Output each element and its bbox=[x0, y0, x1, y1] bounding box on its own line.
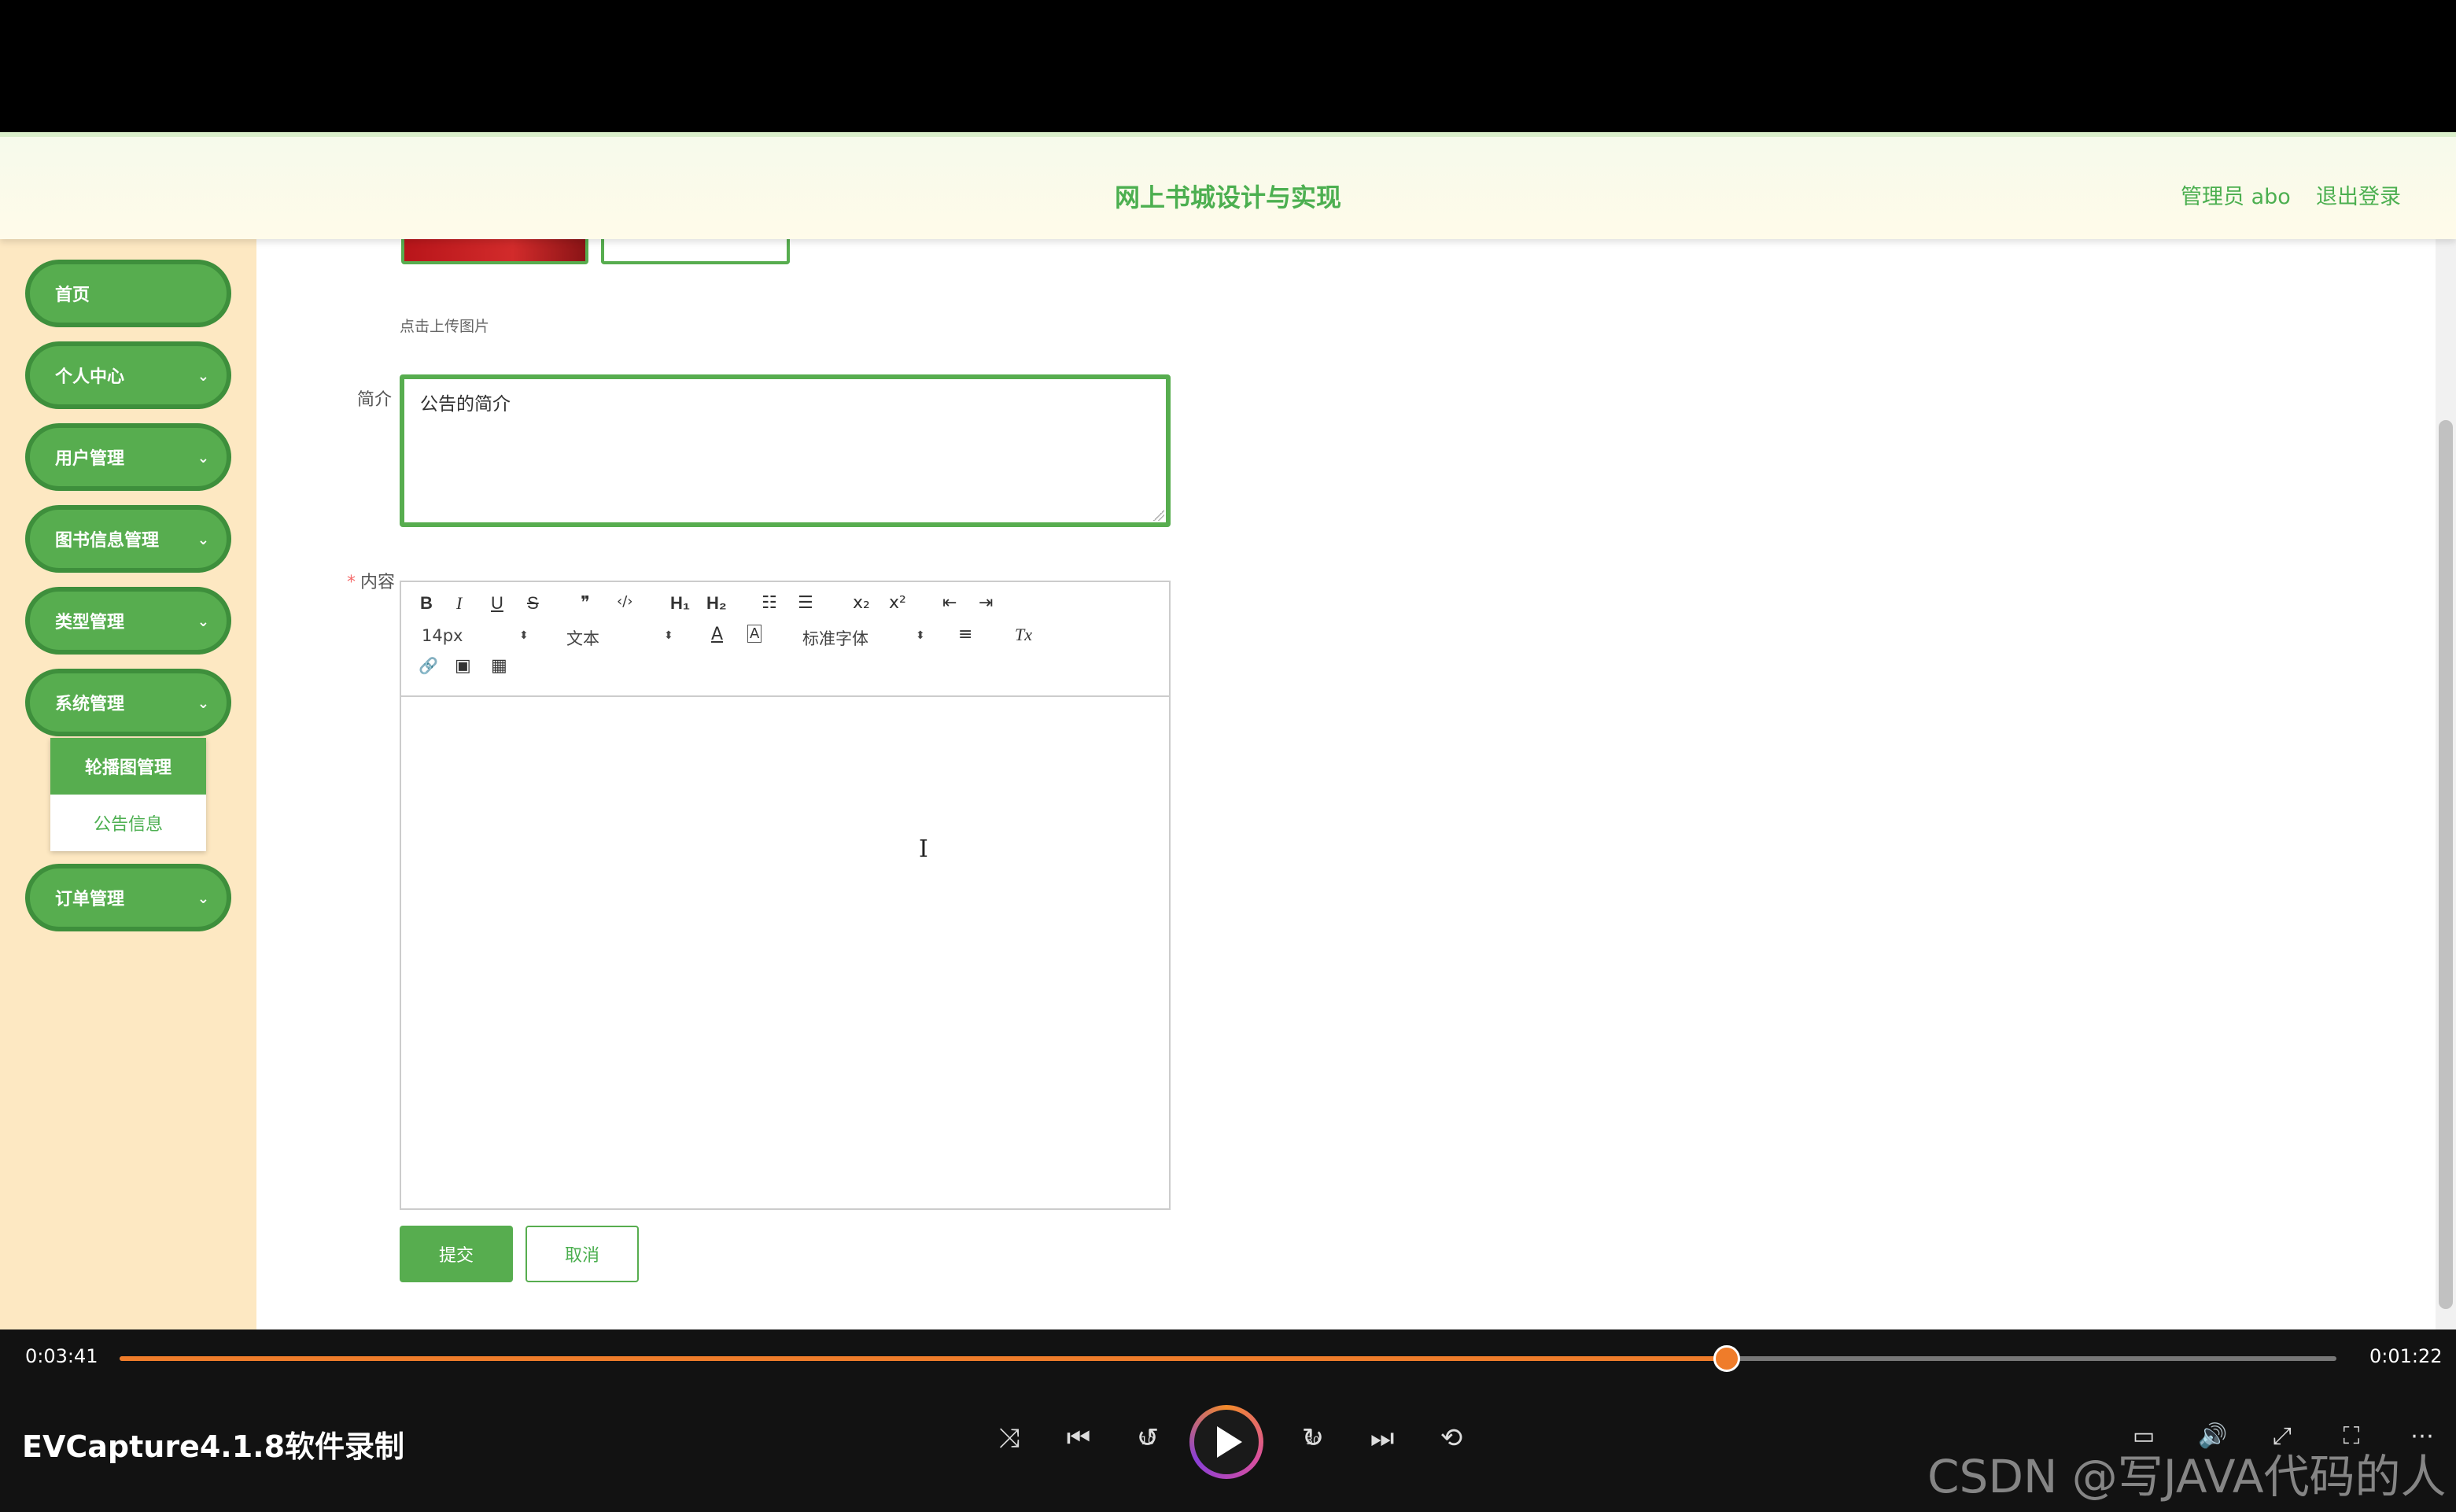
select-arrows-icon: ⬍ bbox=[664, 629, 673, 642]
subscript-button[interactable]: x₂ bbox=[853, 593, 870, 613]
bold-button[interactable]: B bbox=[420, 593, 433, 614]
shuffle-icon[interactable]: ⤨ bbox=[990, 1422, 1029, 1454]
intro-textarea[interactable]: 公告的简介 bbox=[400, 374, 1171, 527]
background-color-button[interactable]: A bbox=[747, 625, 762, 643]
sidebar: 首页 个人中心 ⌄ 用户管理 ⌄ 图书信息管理 ⌄ 类型管理 ⌄ 系统管理 ⌄ … bbox=[0, 239, 256, 1329]
resize-handle-icon[interactable] bbox=[1153, 510, 1164, 521]
sidebar-item-label: 首页 bbox=[55, 286, 90, 305]
underline-button[interactable]: U bbox=[491, 593, 503, 614]
sidebar-item-personal-center[interactable]: 个人中心 ⌄ bbox=[25, 341, 231, 409]
sidebar-item-label: 系统管理 bbox=[55, 695, 125, 714]
chevron-down-icon: ⌄ bbox=[197, 614, 209, 630]
sidebar-item-system-management[interactable]: 系统管理 ⌄ bbox=[25, 669, 231, 736]
submenu-item-carousel[interactable]: 轮播图管理 bbox=[50, 738, 206, 795]
sidebar-item-order-management[interactable]: 订单管理 ⌄ bbox=[25, 864, 231, 931]
recorder-title: EVCapture4.1.8软件录制 bbox=[22, 1429, 405, 1464]
intro-label: 简介 bbox=[356, 390, 392, 410]
repeat-icon[interactable]: ⟲ bbox=[1432, 1422, 1471, 1454]
sidebar-item-book-management[interactable]: 图书信息管理 ⌄ bbox=[25, 505, 231, 573]
rewind-10-icon[interactable]: ↺ 10 bbox=[1128, 1422, 1167, 1454]
link-icon[interactable]: 🔗 bbox=[419, 656, 438, 675]
sidebar-item-label: 图书信息管理 bbox=[55, 531, 160, 551]
intro-value: 公告的简介 bbox=[420, 394, 511, 415]
header-select[interactable]: 文本 ⬍ bbox=[566, 626, 677, 650]
content-label: 内容 bbox=[360, 573, 395, 592]
logout-link[interactable]: 退出登录 bbox=[2316, 179, 2401, 210]
font-size-value: 14px bbox=[422, 626, 463, 645]
strike-button[interactable]: S bbox=[527, 593, 539, 614]
system-submenu: 轮播图管理 公告信息 bbox=[50, 738, 206, 851]
previous-icon[interactable]: ⏮ bbox=[1059, 1422, 1098, 1454]
upload-hint: 点击上传图片 bbox=[400, 318, 490, 335]
play-button[interactable] bbox=[1189, 1405, 1263, 1479]
forward-30-icon[interactable]: ↻ 30 bbox=[1293, 1422, 1333, 1454]
ordered-list-button[interactable]: ☷ bbox=[762, 593, 777, 613]
chevron-down-icon: ⌄ bbox=[197, 450, 209, 467]
editor-content-area[interactable]: I bbox=[401, 697, 1169, 1208]
superscript-button[interactable]: x² bbox=[889, 593, 906, 613]
submit-button[interactable]: 提交 bbox=[400, 1226, 513, 1282]
sidebar-item-label: 用户管理 bbox=[55, 449, 125, 469]
bullet-list-button[interactable]: ☰ bbox=[798, 593, 813, 613]
sidebar-item-home[interactable]: 首页 bbox=[25, 260, 231, 327]
progress-fill bbox=[120, 1356, 1728, 1361]
font-size-select[interactable]: 14px ⬍ bbox=[422, 626, 532, 645]
italic-button[interactable]: I bbox=[456, 593, 462, 614]
cancel-button[interactable]: 取消 bbox=[525, 1226, 639, 1282]
page-scrollbar[interactable] bbox=[2436, 239, 2456, 1329]
admin-user-label: 管理员 abo bbox=[2181, 185, 2291, 209]
chevron-down-icon: ⌄ bbox=[197, 368, 209, 385]
uploaded-image-thumbnail[interactable] bbox=[401, 239, 588, 264]
select-arrows-icon: ⬍ bbox=[916, 629, 925, 642]
sidebar-item-type-management[interactable]: 类型管理 ⌄ bbox=[25, 587, 231, 655]
clean-format-button[interactable]: Tx bbox=[1015, 625, 1032, 645]
required-mark: * bbox=[346, 573, 356, 592]
outdent-button[interactable]: ⇤ bbox=[942, 593, 957, 613]
forward-30-label: 30 bbox=[1306, 1435, 1320, 1447]
video-player-bar: 0:03:41 0:01:22 EVCapture4.1.8软件录制 ⤨ ⏮ ↺… bbox=[0, 1329, 2456, 1512]
align-button[interactable]: ≡ bbox=[958, 625, 972, 644]
content-label-wrap: * 内容 bbox=[332, 568, 395, 593]
header-select-value: 文本 bbox=[566, 629, 599, 648]
sidebar-item-label: 订单管理 bbox=[55, 890, 125, 909]
sidebar-item-label: 类型管理 bbox=[55, 613, 125, 632]
progress-knob[interactable] bbox=[1713, 1345, 1741, 1372]
elapsed-time: 0:03:41 bbox=[25, 1345, 98, 1367]
video-icon[interactable]: ▦ bbox=[491, 656, 507, 676]
play-icon bbox=[1217, 1426, 1242, 1458]
blockquote-button[interactable]: ❞ bbox=[581, 593, 590, 613]
app-header: 网上书城设计与实现 管理员 abo 退出登录 bbox=[0, 132, 2456, 239]
font-family-select[interactable]: 标准字体 ⬍ bbox=[802, 626, 928, 650]
app-title: 网上书城设计与实现 bbox=[1114, 183, 1341, 212]
screen: 网上书城设计与实现 管理员 abo 退出登录 首页 个人中心 ⌄ 用户管理 ⌄ … bbox=[0, 0, 2456, 1512]
submenu-item-notice[interactable]: 公告信息 bbox=[50, 795, 206, 851]
chevron-down-icon: ⌄ bbox=[197, 695, 209, 712]
sidebar-item-label: 个人中心 bbox=[55, 367, 125, 387]
font-family-value: 标准字体 bbox=[802, 629, 868, 648]
rich-text-editor: B I U S ❞ ‹/› H₁ H₂ ☷ ☰ x₂ x² ⇤ ⇥ 14px ⬍ bbox=[400, 581, 1171, 1210]
scrollbar-thumb[interactable] bbox=[2439, 420, 2453, 1309]
progress-track[interactable] bbox=[120, 1345, 2336, 1372]
code-block-button[interactable]: ‹/› bbox=[617, 593, 632, 610]
header-2-button[interactable]: H₂ bbox=[706, 593, 727, 614]
play-button-inner bbox=[1194, 1410, 1259, 1474]
chevron-down-icon: ⌄ bbox=[197, 532, 209, 548]
editor-toolbar: B I U S ❞ ‹/› H₁ H₂ ☷ ☰ x₂ x² ⇤ ⇥ 14px ⬍ bbox=[401, 582, 1169, 697]
text-color-button[interactable]: A bbox=[711, 625, 723, 644]
select-arrows-icon: ⬍ bbox=[519, 629, 529, 642]
indent-button[interactable]: ⇥ bbox=[979, 593, 993, 613]
text-cursor-icon: I bbox=[919, 835, 928, 863]
header-1-button[interactable]: H₁ bbox=[670, 593, 690, 614]
sidebar-item-user-management[interactable]: 用户管理 ⌄ bbox=[25, 423, 231, 491]
watermark: CSDN @写JAVA代码的人 bbox=[1927, 1450, 2447, 1503]
main-content: 点击上传图片 简介 公告的简介 * 内容 B I U S ❞ ‹/› H₁ H₂ … bbox=[256, 239, 2436, 1329]
upload-slot[interactable] bbox=[601, 239, 790, 264]
chevron-down-icon: ⌄ bbox=[197, 891, 209, 907]
image-icon[interactable]: ▣ bbox=[455, 656, 471, 676]
rewind-10-label: 10 bbox=[1141, 1435, 1155, 1447]
remaining-time: 0:01:22 bbox=[2369, 1345, 2443, 1367]
next-icon[interactable]: ⏭ bbox=[1363, 1422, 1402, 1454]
